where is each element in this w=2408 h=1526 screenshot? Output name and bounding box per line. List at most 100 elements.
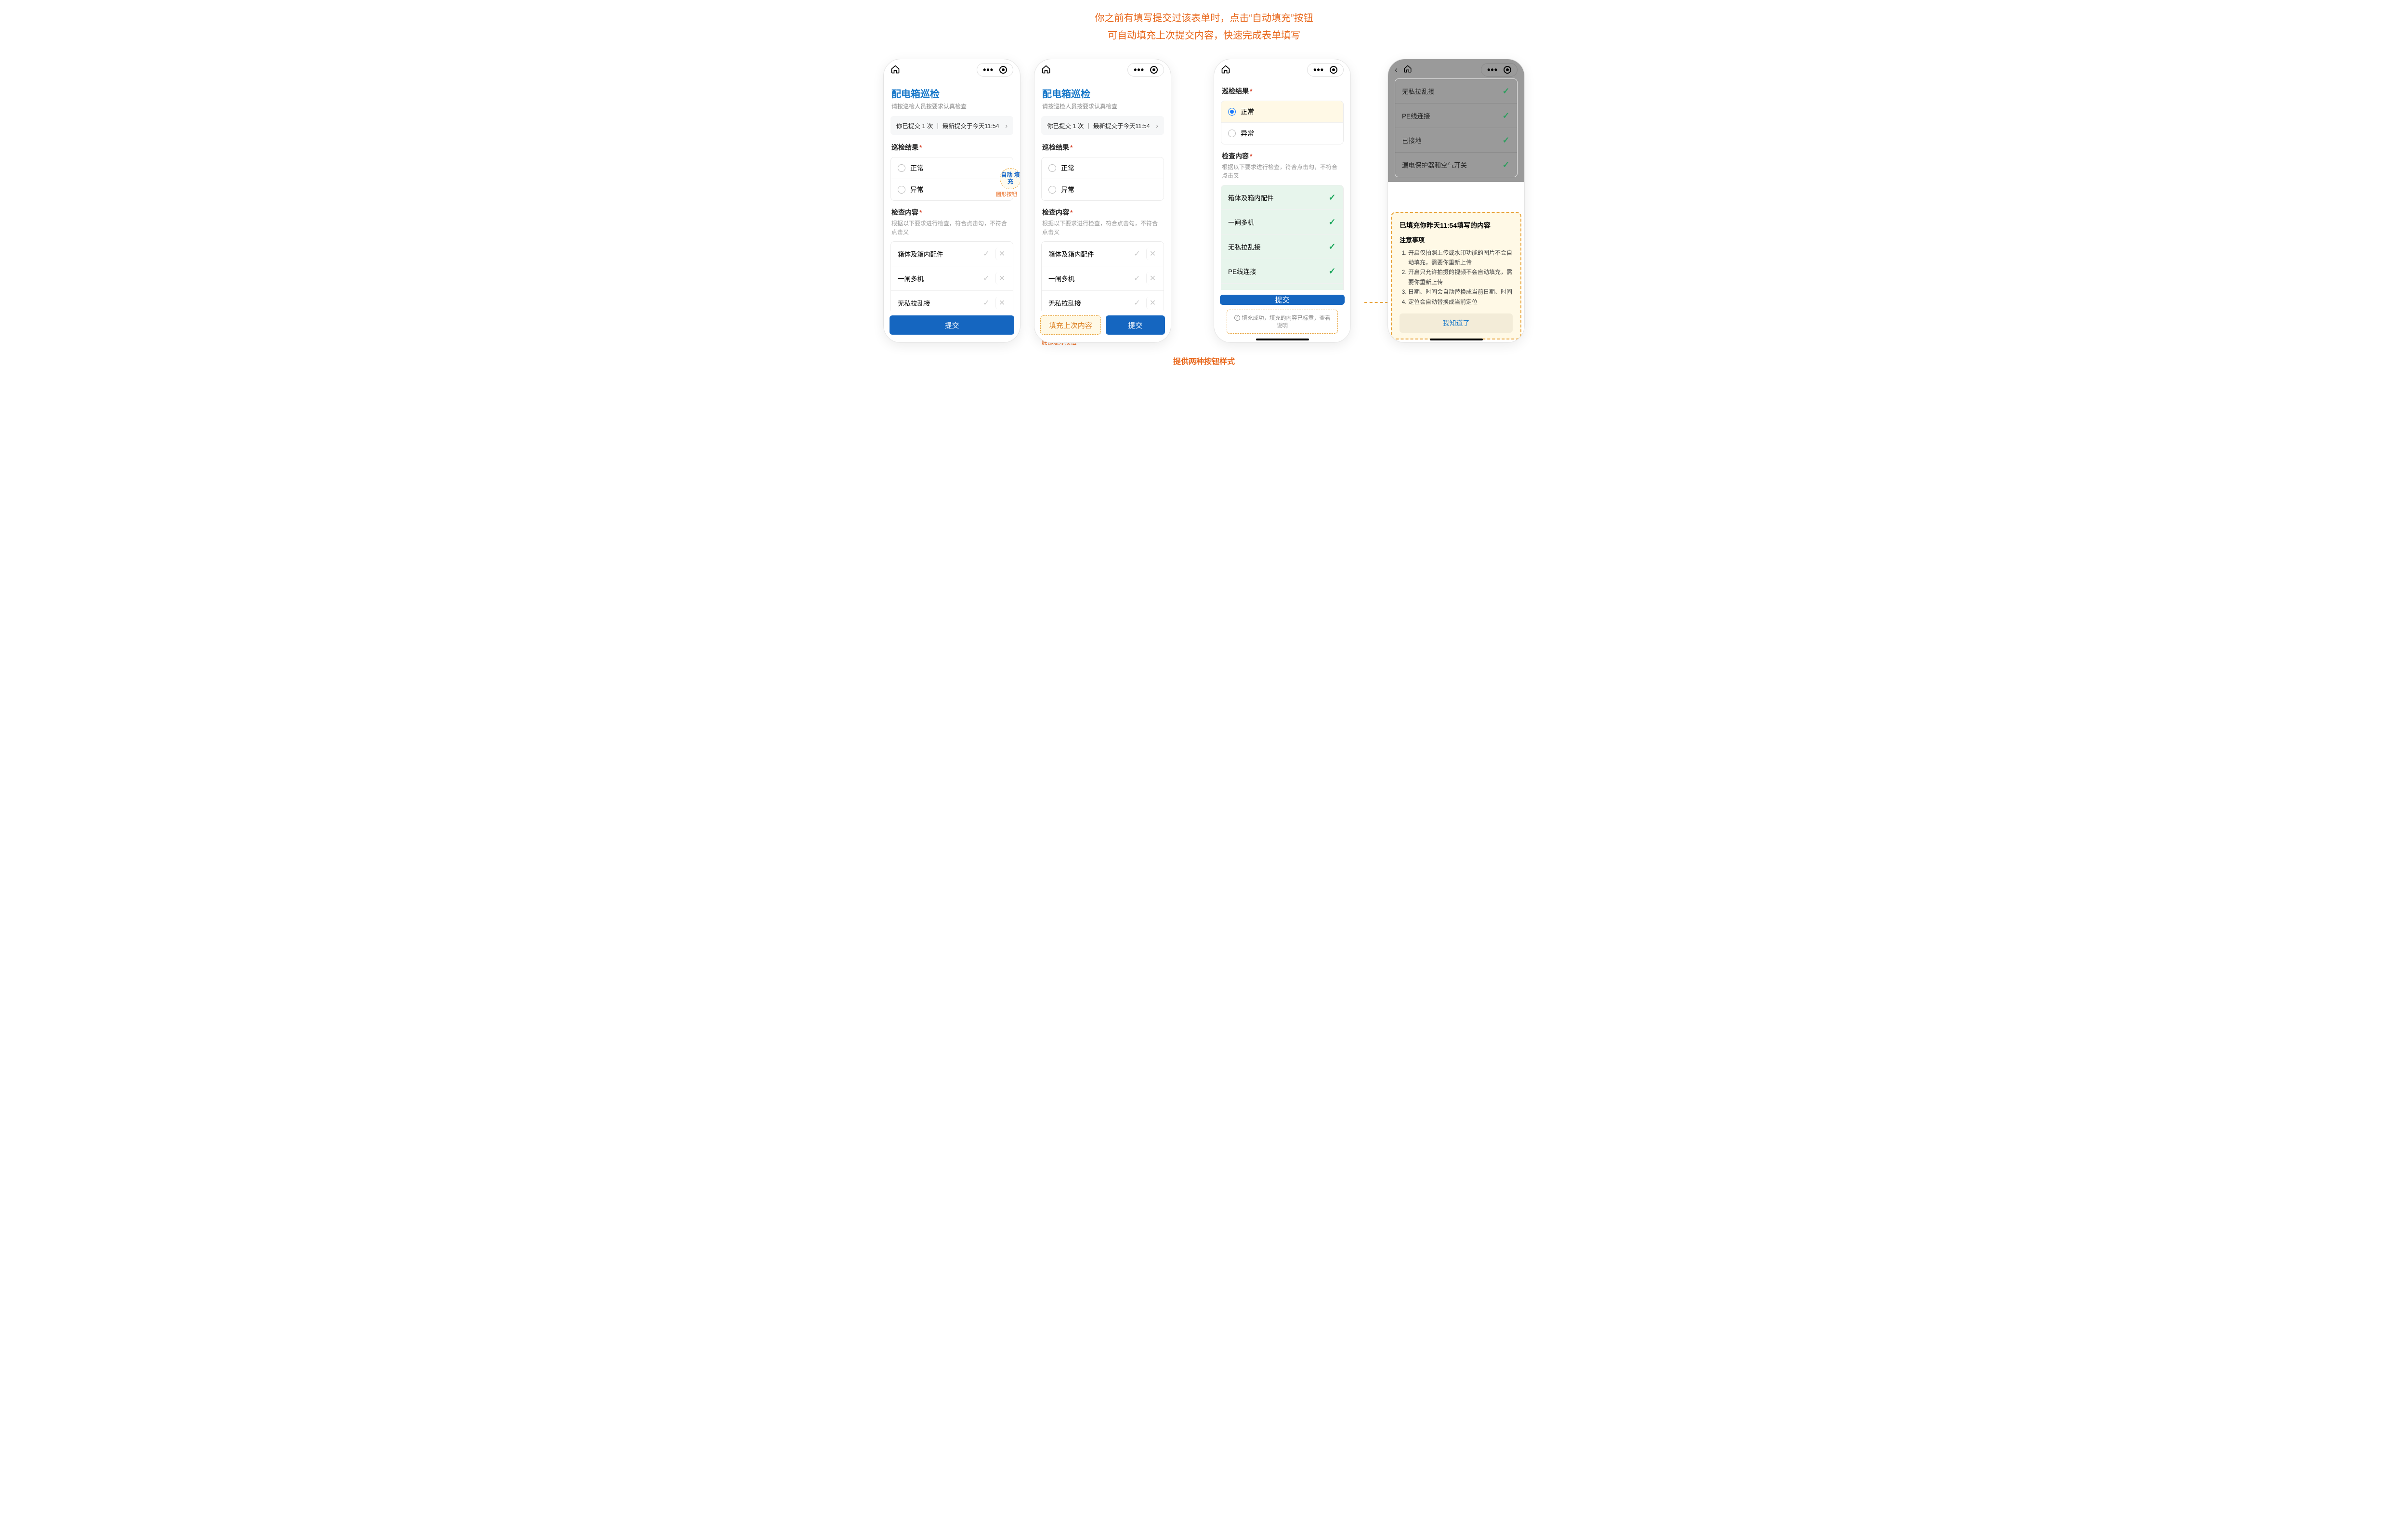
option-abnormal[interactable]: 异常 [1042, 179, 1164, 200]
autofill-circle-button[interactable]: 自动 填充 [1000, 168, 1020, 189]
close-target-icon[interactable] [1504, 66, 1511, 74]
check-item: 漏电保护器和空气开关 [1395, 152, 1517, 177]
check-item[interactable]: 箱体及箱内配件 [1042, 242, 1164, 266]
tick-icon[interactable] [1131, 272, 1143, 285]
home-icon[interactable] [890, 65, 901, 75]
nav-bar: ••• [1214, 59, 1350, 78]
items-desc: 根据以下要求进行检查，符合点击勾，不符合点击叉 [1222, 163, 1343, 180]
tick-icon[interactable] [980, 272, 993, 285]
form-subtitle: 请按巡检人员按要求认真检查 [891, 102, 1012, 110]
note-item: 日期、时间会自动替换成当前日期、时间 [1408, 287, 1513, 297]
check-item-label: PE线连接 [1228, 266, 1256, 276]
tick-icon[interactable] [1131, 297, 1143, 309]
check-item[interactable]: 箱体及箱内配件 [1221, 185, 1343, 209]
sheet-title: 已填充你昨天11:54填写的内容 [1400, 221, 1513, 230]
check-item-label: PE线连接 [1402, 111, 1430, 120]
radio-checked-icon [1228, 108, 1236, 116]
option-label: 异常 [1241, 129, 1254, 138]
check-item: 无私拉乱接 [1395, 79, 1517, 103]
footer: 填充上次内容 提交 [1034, 311, 1171, 342]
submit-button[interactable]: 提交 [890, 315, 1014, 335]
check-item-label: 一闸多机 [1228, 217, 1254, 227]
nav-bar: ••• [884, 59, 1020, 78]
check-list: 箱体及箱内配件 一闸多机 无私拉乱接 PE线连接 已接地 [1221, 185, 1344, 290]
miniprogram-capsule[interactable]: ••• [1127, 63, 1164, 77]
sheet-notes-label: 注意事项 [1400, 235, 1513, 244]
more-icon[interactable]: ••• [1134, 65, 1144, 74]
check-item-label: 无私拉乱接 [1228, 242, 1261, 251]
radio-icon [1048, 164, 1056, 172]
check-list: 箱体及箱内配件 一闸多机 无私拉乱接 [890, 241, 1013, 311]
more-icon[interactable]: ••• [983, 65, 994, 74]
submit-button[interactable]: 提交 [1220, 295, 1345, 305]
check-item: 已接地 [1395, 128, 1517, 152]
footer: 提交 填充成功，填充的内容已标黄，查看说明 [1214, 290, 1350, 342]
check-item[interactable]: 一闸多机 [891, 266, 1013, 290]
footer: 提交 [884, 311, 1020, 342]
check-item-label: 一闸多机 [1048, 274, 1074, 283]
fill-last-button[interactable]: 填充上次内容 [1040, 315, 1101, 335]
submission-history[interactable]: 你已提交 1 次 ｜ 最新提交于今天11:54 › [1041, 116, 1164, 135]
checked-icon [1326, 265, 1338, 277]
check-item[interactable]: PE线连接 [1221, 259, 1343, 283]
close-target-icon[interactable] [1150, 66, 1158, 74]
check-item: PE线连接 [1395, 103, 1517, 128]
cross-icon[interactable] [995, 272, 1008, 285]
home-indicator [1430, 339, 1483, 340]
tick-icon[interactable] [980, 248, 993, 260]
check-item[interactable]: 无私拉乱接 [891, 290, 1013, 311]
chevron-right-icon: › [1156, 122, 1158, 130]
home-icon[interactable] [1041, 65, 1052, 75]
option-abnormal[interactable]: 异常 [891, 179, 1013, 200]
history-text: 你已提交 1 次 ｜ 最新提交于今天11:54 [1047, 121, 1150, 130]
check-item-label: 已接地 [1402, 135, 1422, 145]
submission-history[interactable]: 你已提交 1 次 ｜ 最新提交于今天11:54 › [890, 116, 1013, 135]
home-icon[interactable] [1403, 65, 1414, 75]
tick-icon[interactable] [980, 297, 993, 309]
check-item[interactable]: 无私拉乱接 [1042, 290, 1164, 311]
cross-icon[interactable] [995, 248, 1008, 260]
nav-bar: ‹ ••• [1388, 59, 1524, 78]
result-options: 正常 异常 [1221, 101, 1344, 144]
cross-icon[interactable] [995, 297, 1008, 309]
miniprogram-capsule[interactable]: ••• [977, 63, 1013, 77]
miniprogram-capsule[interactable]: ••• [1307, 63, 1344, 77]
check-item[interactable]: 一闸多机 [1221, 209, 1343, 234]
option-normal[interactable]: 正常 [1221, 101, 1343, 122]
more-icon[interactable]: ••• [1313, 65, 1324, 74]
cross-icon[interactable] [1146, 248, 1159, 260]
phone-autofill-outline: ••• 配电箱巡检 请按巡检人员按要求认真检查 你已提交 1 次 ｜ 最新提交于… [1034, 59, 1171, 343]
check-item-label: 无私拉乱接 [898, 298, 930, 308]
miniprogram-capsule[interactable]: ••• [1481, 63, 1518, 77]
cross-icon[interactable] [1146, 297, 1159, 309]
home-indicator [1256, 339, 1309, 340]
option-normal[interactable]: 正常 [1042, 157, 1164, 179]
note-item: 开启仅拍照上传或水印功能的图片不会自动填充，需要你重新上传 [1408, 248, 1513, 268]
check-item[interactable]: 箱体及箱内配件 [891, 242, 1013, 266]
submit-button[interactable]: 提交 [1106, 315, 1165, 335]
phones-row: ••• 配电箱巡检 请按巡检人员按要求认真检查 你已提交 1 次 ｜ 最新提交于… [19, 59, 2389, 346]
tick-icon[interactable] [1131, 248, 1143, 260]
option-abnormal[interactable]: 异常 [1221, 122, 1343, 144]
close-target-icon[interactable] [999, 66, 1007, 74]
check-item[interactable]: 已接地 [1221, 283, 1343, 290]
option-normal[interactable]: 正常 [891, 157, 1013, 179]
check-item[interactable]: 一闸多机 [1042, 266, 1164, 290]
cross-icon[interactable] [1146, 272, 1159, 285]
home-icon[interactable] [1221, 65, 1231, 75]
check-item[interactable]: 无私拉乱接 [1221, 234, 1343, 259]
items-desc: 根据以下要求进行检查，符合点击勾，不符合点击叉 [1042, 219, 1163, 236]
fill-success-toast[interactable]: 填充成功，填充的内容已标黄，查看说明 [1227, 310, 1338, 334]
check-item-label: 无私拉乱接 [1402, 86, 1435, 96]
form-title: 配电箱巡检 [891, 86, 1012, 100]
check-item-label: 无私拉乱接 [1048, 298, 1081, 308]
check-item-label: 箱体及箱内配件 [1048, 249, 1094, 259]
more-icon[interactable]: ••• [1487, 65, 1498, 74]
check-item-label: 漏电保护器和空气开关 [1402, 160, 1467, 170]
acknowledge-button[interactable]: 我知道了 [1400, 313, 1513, 333]
checked-icon [1326, 191, 1338, 204]
option-label: 异常 [910, 185, 924, 195]
result-options: 正常 异常 [890, 157, 1013, 201]
back-icon[interactable]: ‹ [1395, 65, 1398, 75]
close-target-icon[interactable] [1330, 66, 1337, 74]
